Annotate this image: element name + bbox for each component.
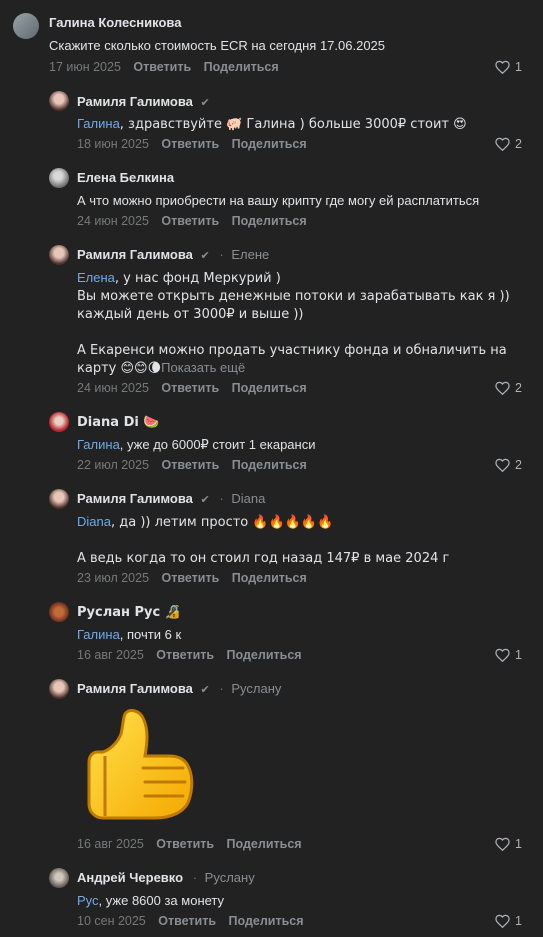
- like-button[interactable]: 2: [495, 381, 522, 395]
- heart-icon: [495, 381, 510, 395]
- reply-button[interactable]: Ответить: [133, 60, 191, 74]
- comment-date[interactable]: 22 июл 2025: [77, 458, 149, 472]
- like-button[interactable]: 1: [495, 914, 522, 928]
- avatar[interactable]: [49, 245, 69, 265]
- like-button[interactable]: 1: [495, 648, 522, 662]
- reply-button[interactable]: Ответить: [161, 214, 219, 228]
- comment-author[interactable]: Руслан Рус 🔏: [77, 605, 181, 620]
- avatar[interactable]: [49, 412, 69, 432]
- reply-button[interactable]: Ответить: [161, 137, 219, 151]
- comment-date[interactable]: 17 июн 2025: [49, 60, 121, 74]
- heart-icon: [495, 914, 510, 928]
- comment-date[interactable]: 23 июл 2025: [77, 571, 149, 585]
- comment-date[interactable]: 18 июн 2025: [77, 137, 149, 151]
- reply-button[interactable]: Ответить: [156, 648, 214, 662]
- verified-icon: ✔: [200, 684, 210, 696]
- comment-date[interactable]: 24 июн 2025: [77, 381, 149, 395]
- comment-text: Галина, здравствуйте 🐖 Галина ) больше 3…: [77, 116, 467, 132]
- avatar[interactable]: [49, 168, 69, 188]
- verified-icon: ✔: [200, 494, 210, 506]
- reply-button[interactable]: Ответить: [162, 571, 220, 585]
- mention-link[interactable]: Галина: [77, 627, 120, 642]
- avatar[interactable]: [13, 13, 39, 39]
- heart-icon: [495, 837, 510, 851]
- share-button[interactable]: Поделиться: [232, 381, 307, 395]
- comment-text: Рус, уже 8600 за монету: [77, 893, 225, 908]
- comment-date[interactable]: 24 июн 2025: [77, 214, 149, 228]
- comment-text: Елена, у нас фонд Меркурий ) Вы можете о…: [77, 270, 510, 376]
- share-button[interactable]: Поделиться: [227, 648, 302, 662]
- comment-text: Галина, уже до 6000₽ стоит 1 екаранси: [77, 437, 316, 452]
- share-button[interactable]: Поделиться: [227, 837, 302, 851]
- comment-date[interactable]: 10 сен 2025: [77, 914, 146, 928]
- heart-icon: [495, 137, 510, 151]
- comment-text: Галина, почти 6 к: [77, 627, 182, 642]
- share-button[interactable]: Поделиться: [232, 214, 307, 228]
- comment-author[interactable]: Рамиля Галимова: [77, 94, 193, 109]
- comment-author[interactable]: Рамиля Галимова: [77, 681, 193, 696]
- heart-icon: [495, 458, 510, 472]
- like-count: 1: [515, 914, 522, 928]
- comment-author[interactable]: Diana Di 🍉: [77, 415, 160, 430]
- like-button[interactable]: 1: [495, 60, 522, 74]
- mention-link[interactable]: Галина: [77, 437, 120, 452]
- comment-text: А что можно приобрести на вашу крипту гд…: [77, 193, 480, 208]
- comment-date[interactable]: 16 авг 2025: [77, 648, 144, 662]
- reply-to-label[interactable]: Diana: [231, 491, 265, 506]
- share-button[interactable]: Поделиться: [232, 571, 307, 585]
- reply-to-label[interactable]: Елене: [231, 247, 269, 262]
- reply-button[interactable]: Ответить: [158, 914, 216, 928]
- like-count: 2: [515, 137, 522, 151]
- like-count: 2: [515, 381, 522, 395]
- share-button[interactable]: Поделиться: [232, 458, 307, 472]
- mention-link[interactable]: Елена: [77, 270, 115, 285]
- like-button[interactable]: 1: [495, 837, 522, 851]
- like-count: 1: [515, 648, 522, 662]
- share-button[interactable]: Поделиться: [229, 914, 304, 928]
- mention-link[interactable]: Галина: [77, 116, 120, 131]
- reply-button[interactable]: Ответить: [161, 381, 219, 395]
- like-count: 2: [515, 458, 522, 472]
- mention-link[interactable]: Рус: [77, 893, 99, 908]
- reply-to-label[interactable]: Руслану: [231, 681, 281, 696]
- like-button[interactable]: 2: [495, 137, 522, 151]
- comment-date[interactable]: 16 авг 2025: [77, 837, 144, 851]
- comment-author[interactable]: Галина Колесникова: [49, 15, 181, 30]
- avatar[interactable]: [49, 679, 69, 699]
- avatar[interactable]: [49, 868, 69, 888]
- share-button[interactable]: Поделиться: [204, 60, 279, 74]
- verified-icon: ✔: [200, 250, 210, 262]
- reply-button[interactable]: Ответить: [162, 458, 220, 472]
- show-more-link[interactable]: Показать ещё: [161, 360, 245, 375]
- comment-author[interactable]: Рамиля Галимова: [77, 491, 193, 506]
- share-button[interactable]: Поделиться: [232, 137, 307, 151]
- comment-author[interactable]: Рамиля Галимова: [77, 247, 193, 262]
- avatar[interactable]: [49, 91, 69, 111]
- heart-icon: [495, 60, 510, 74]
- comment-text: Diana, да )) летим просто 🔥🔥🔥🔥🔥 А ведь к…: [77, 514, 450, 566]
- heart-icon: [495, 648, 510, 662]
- like-button[interactable]: 2: [495, 458, 522, 472]
- avatar[interactable]: [49, 602, 69, 622]
- like-count: 1: [515, 837, 522, 851]
- mention-link[interactable]: Diana: [77, 514, 111, 529]
- thumbs-up-sticker: [87, 709, 194, 820]
- comment-author[interactable]: Елена Белкина: [77, 170, 174, 185]
- reply-button[interactable]: Ответить: [156, 837, 214, 851]
- comment-author[interactable]: Андрей Черевко: [77, 870, 183, 885]
- like-count: 1: [515, 60, 522, 74]
- avatar[interactable]: [49, 489, 69, 509]
- verified-icon: ✔: [200, 97, 210, 109]
- comment-text: Скажите сколько стоимость ECR на сегодня…: [49, 38, 386, 53]
- reply-to-label[interactable]: Руслану: [205, 870, 255, 885]
